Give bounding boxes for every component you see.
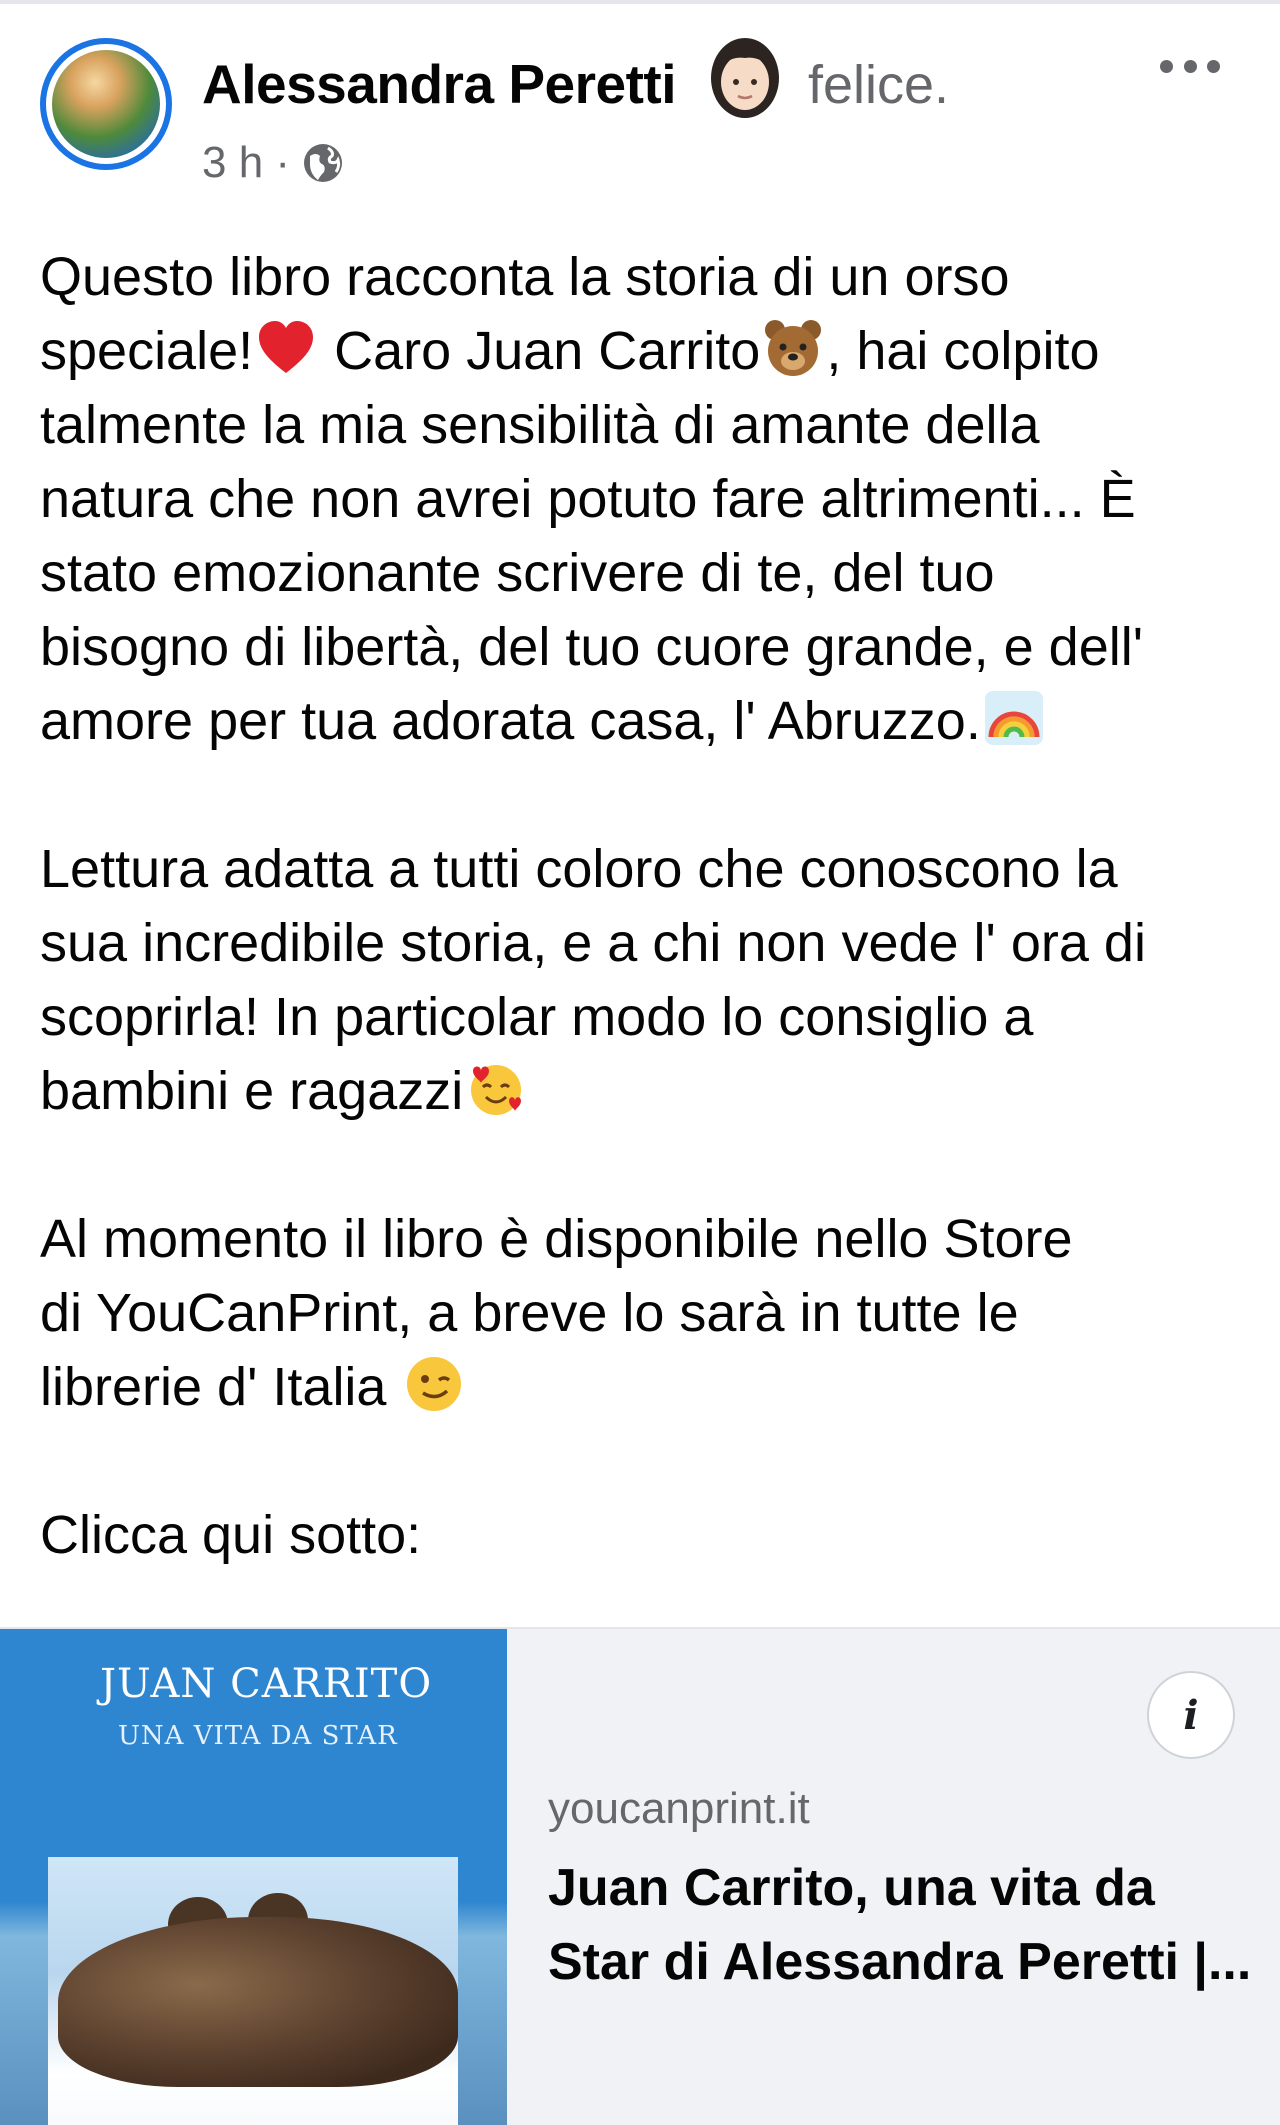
text-line: speciale! Caro Juan Carrito, hai colpito [40, 314, 1260, 388]
link-title[interactable]: Juan Carrito, una vita da Star di Alessa… [548, 1851, 1252, 1999]
text-line: Lettura adatta a tutti coloro che conosc… [40, 839, 1118, 899]
red-heart-emoji-icon [259, 321, 314, 373]
book-cover-subtitle: UNA VITA DA STAR [118, 1721, 398, 1751]
winking-face-emoji-icon [407, 1357, 462, 1411]
smiling-face-with-hearts-emoji-icon [471, 1065, 522, 1115]
paragraph-2: Lettura adatta a tutti coloro che conosc… [40, 832, 1260, 1128]
text-line: Questo libro racconta la storia di un or… [40, 247, 1010, 307]
paragraph-3: Al momento il libro è disponibile nello … [40, 1202, 1260, 1424]
text-line: bambini e ragazzi [40, 1054, 1260, 1128]
text-line: scoprirla! In particolar modo lo consigl… [40, 987, 1034, 1047]
link-title-line: Juan Carrito, una vita da [548, 1859, 1155, 1917]
text-line: bisogno di libertà, del tuo cuore grande… [40, 617, 1144, 677]
link-title-line: Star di Alessandra Peretti |... [548, 1933, 1252, 1991]
globe-icon [304, 144, 343, 182]
info-icon[interactable]: i [1147, 1671, 1235, 1759]
text-line: Clicca qui sotto: [40, 1505, 422, 1565]
bear-photo [48, 1857, 458, 2125]
post-header: Alessandra Peretti felice. 3 h · [0, 0, 1280, 200]
post-meta: 3 h · [202, 138, 344, 188]
rainbow-emoji-icon [984, 691, 1043, 745]
post-time[interactable]: 3 h · [202, 138, 290, 188]
feeling-text: felice. [808, 55, 950, 115]
link-preview-card[interactable]: JUAN CARRITO UNA VITA DA STAR i youcanpr… [0, 1627, 1280, 2125]
text-line: Al momento il libro è disponibile nello … [40, 1209, 1073, 1269]
text-line: librerie d' Italia [40, 1350, 1260, 1424]
author-name[interactable]: Alessandra Peretti [202, 52, 677, 116]
book-cover-title: JUAN CARRITO [100, 1661, 433, 1707]
paragraph-1: Questo libro racconta la storia di un or… [40, 240, 1260, 758]
link-domain: youcanprint.it [548, 1784, 810, 1833]
woman-face-emoji-icon [711, 38, 779, 118]
bear-face-emoji-icon [765, 320, 822, 376]
book-cover-thumbnail[interactable]: JUAN CARRITO UNA VITA DA STAR [0, 1629, 507, 2125]
text-line: talmente la mia sensibilità di amante de… [40, 395, 1040, 455]
post-body: Questo libro racconta la storia di un or… [40, 240, 1260, 1572]
text-line: sua incredibile storia, e a chi non vede… [40, 913, 1146, 973]
author-avatar[interactable] [40, 38, 172, 170]
text-line: natura che non avrei potuto fare altrime… [40, 469, 1136, 529]
avatar-photo [52, 50, 160, 158]
paragraph-4: Clicca qui sotto: [40, 1498, 1260, 1572]
text-line: stato emozionante scrivere di te, del tu… [40, 543, 995, 603]
text-line: amore per tua adorata casa, l' Abruzzo. [40, 684, 1260, 758]
more-options-icon[interactable] [1160, 56, 1220, 76]
text-line: di YouCanPrint, a breve lo sarà in tutte… [40, 1283, 1019, 1343]
